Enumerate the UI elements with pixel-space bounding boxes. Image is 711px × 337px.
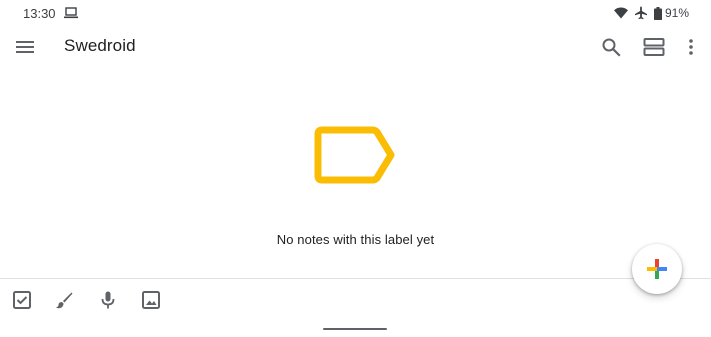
status-bar: 13:30 91% bbox=[0, 0, 711, 28]
search-icon[interactable] bbox=[600, 36, 622, 58]
label-outline-icon bbox=[314, 126, 394, 184]
page-title: Swedroid bbox=[64, 36, 136, 55]
bottom-toolbar bbox=[0, 279, 711, 319]
status-icons: 91% bbox=[613, 5, 689, 21]
screen: 13:30 91% Swedroid No notes with this la… bbox=[0, 0, 711, 337]
status-time: 13:30 bbox=[23, 6, 56, 21]
airplane-icon bbox=[634, 6, 647, 20]
plus-icon bbox=[647, 259, 667, 279]
layout-toggle-icon[interactable] bbox=[642, 36, 666, 58]
more-vert-icon[interactable] bbox=[682, 36, 700, 58]
brush-icon[interactable] bbox=[54, 290, 74, 310]
add-note-button[interactable] bbox=[632, 244, 682, 294]
gesture-handle[interactable] bbox=[323, 328, 387, 330]
laptop-icon bbox=[64, 7, 78, 19]
app-bar: Swedroid bbox=[0, 28, 711, 66]
battery-icon bbox=[653, 6, 662, 20]
checkbox-icon[interactable] bbox=[12, 290, 32, 310]
empty-state: No notes with this label yet bbox=[0, 120, 711, 247]
menu-icon[interactable] bbox=[14, 36, 36, 58]
wifi-icon bbox=[613, 7, 628, 19]
image-icon[interactable] bbox=[141, 290, 161, 310]
battery-percentage: 91% bbox=[664, 6, 689, 20]
mic-icon[interactable] bbox=[98, 290, 118, 310]
empty-state-message: No notes with this label yet bbox=[276, 232, 435, 247]
